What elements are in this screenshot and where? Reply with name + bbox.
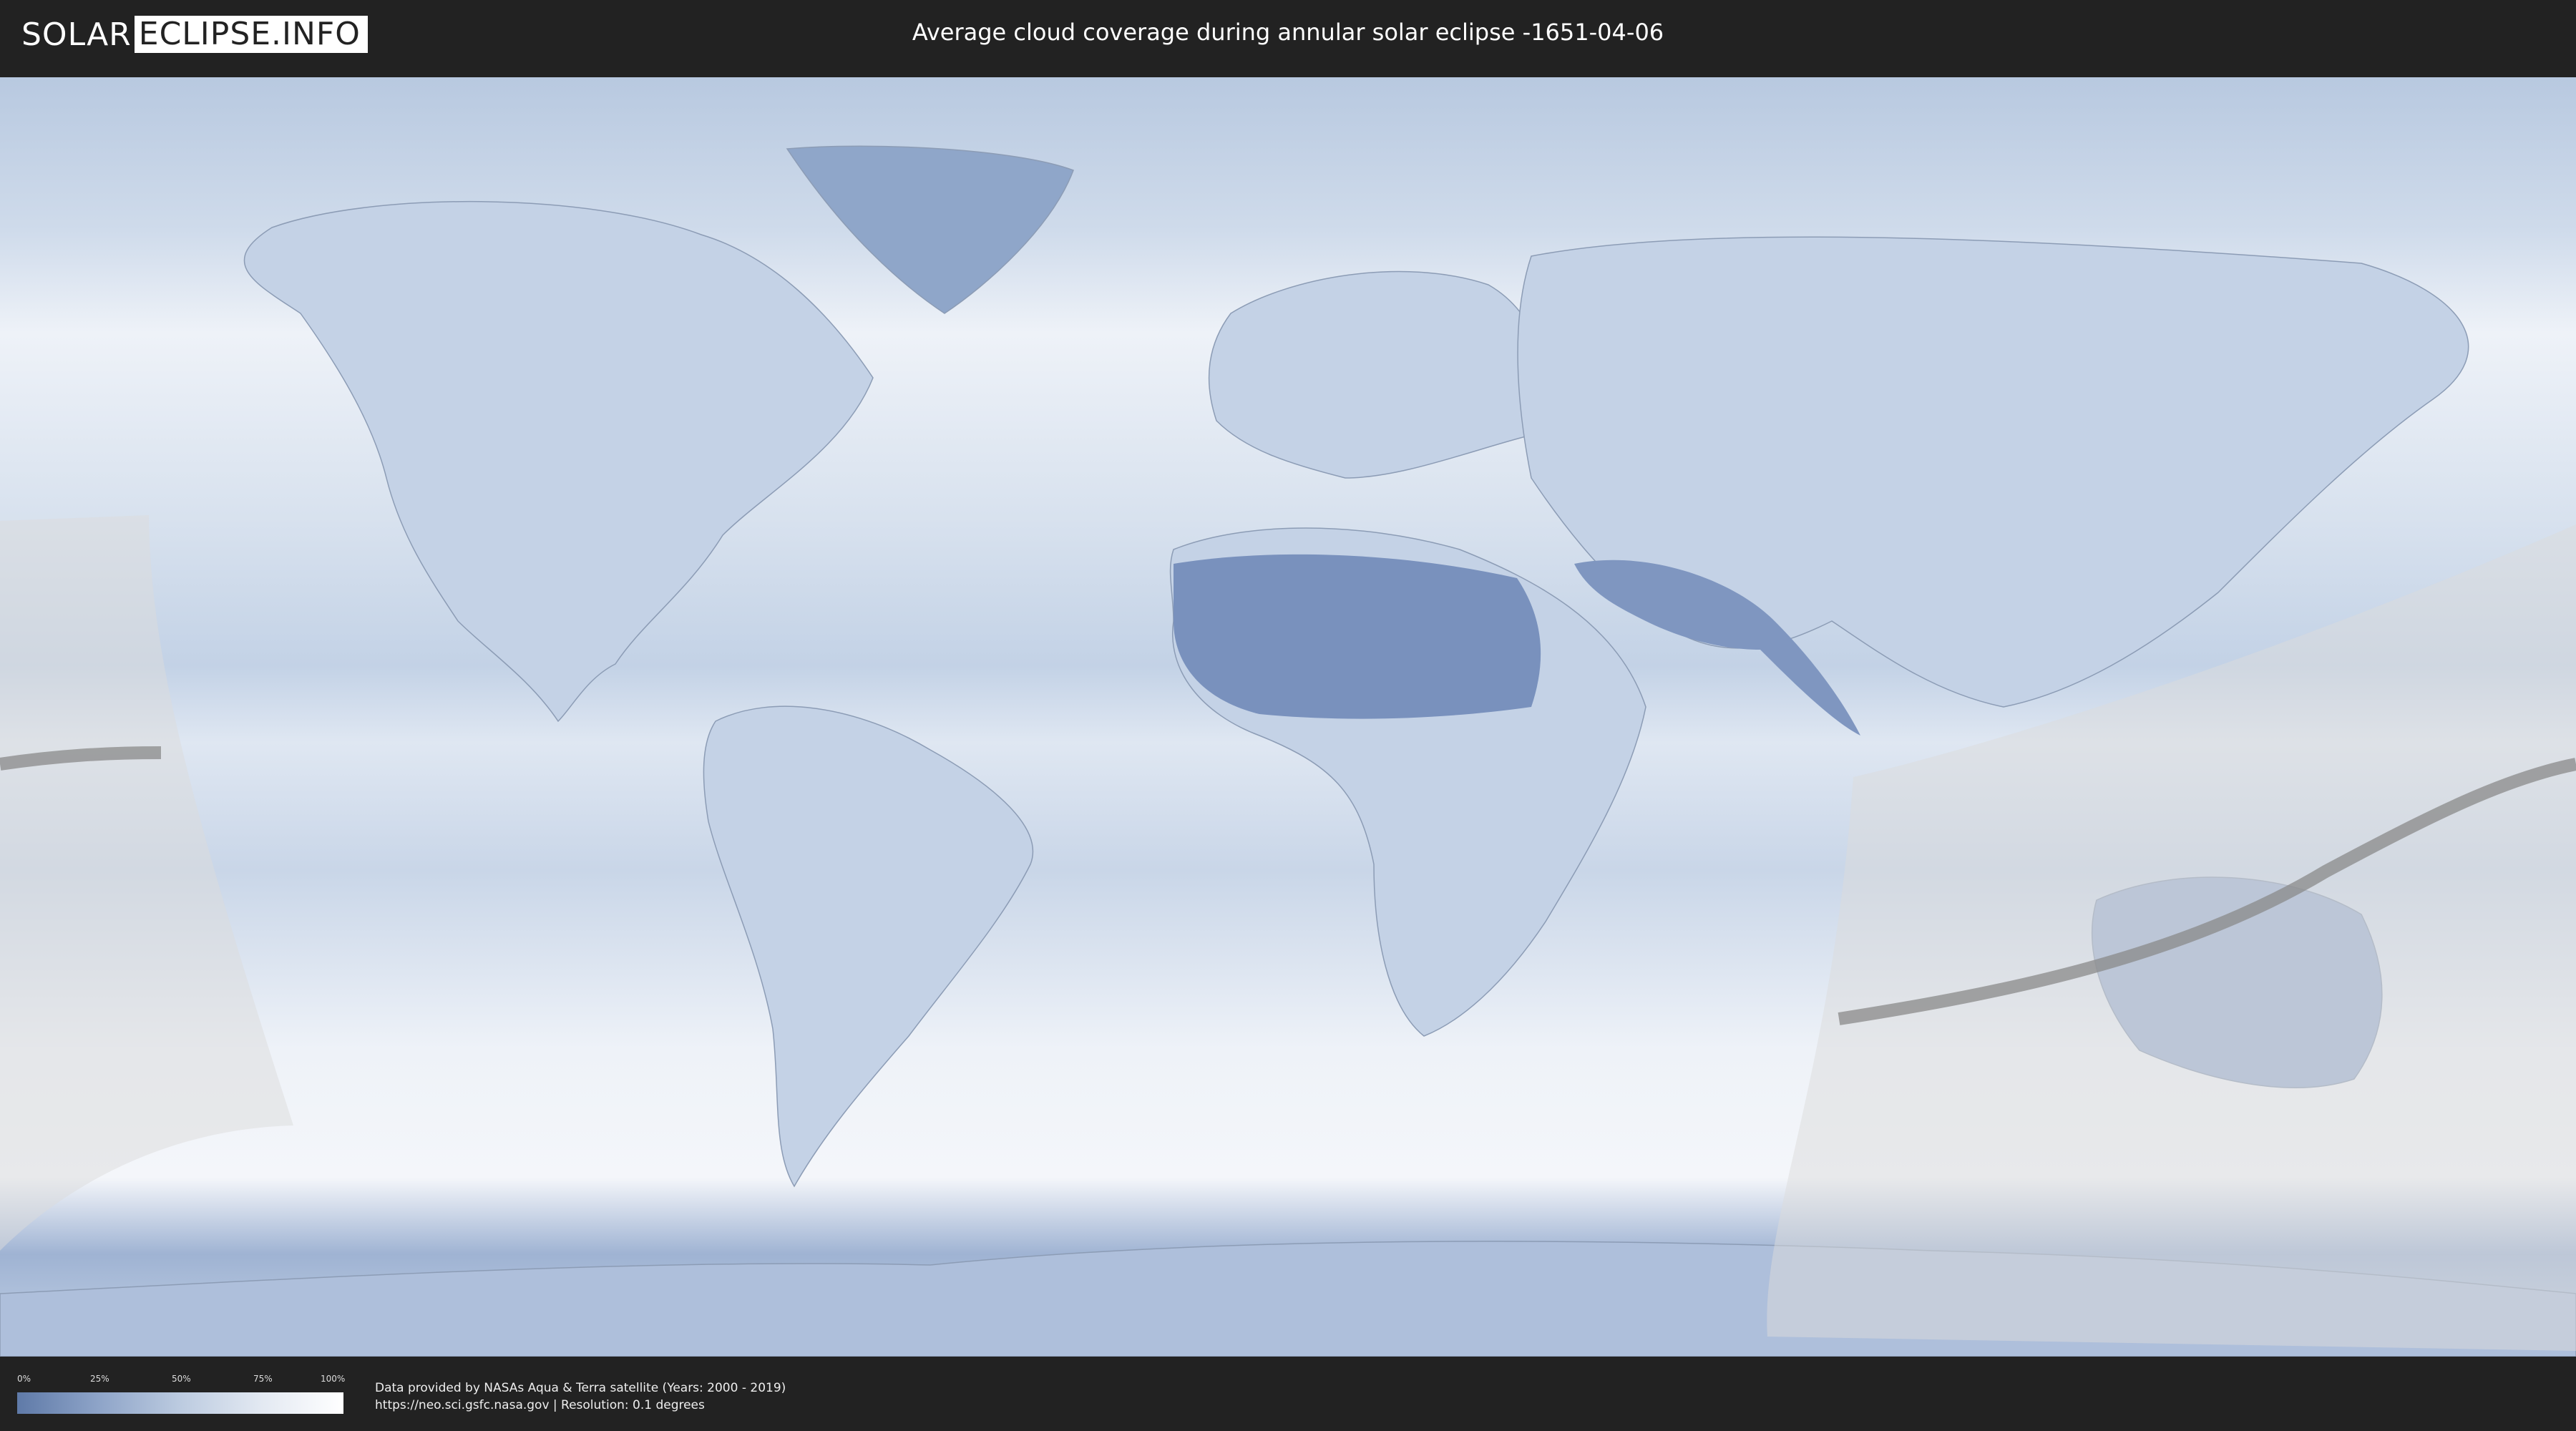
cloud-coverage-map bbox=[0, 77, 2576, 1357]
page-title: Average cloud coverage during annular so… bbox=[912, 19, 1664, 46]
legend-tick-50: 50% bbox=[172, 1374, 191, 1384]
cloud-coverage-legend: 0% 25% 50% 75% 100% bbox=[17, 1374, 346, 1415]
sahara-desert bbox=[1174, 554, 1541, 719]
data-credit: Data provided by NASAs Aqua & Terra sate… bbox=[375, 1379, 786, 1414]
credit-line-1: Data provided by NASAs Aqua & Terra sate… bbox=[375, 1381, 786, 1395]
legend-tick-0: 0% bbox=[17, 1374, 31, 1384]
legend-gradient-bar bbox=[17, 1392, 343, 1414]
legend-tick-100: 100% bbox=[321, 1374, 346, 1384]
credit-line-2: https://neo.sci.gsfc.nasa.gov | Resoluti… bbox=[375, 1398, 705, 1412]
legend-tick-25: 25% bbox=[90, 1374, 109, 1384]
header-bar: SOLAR ECLIPSE.INFO Average cloud coverag… bbox=[0, 0, 2576, 72]
legend-tick-75: 75% bbox=[253, 1374, 273, 1384]
legend-ticks: 0% 25% 50% 75% 100% bbox=[17, 1374, 346, 1384]
